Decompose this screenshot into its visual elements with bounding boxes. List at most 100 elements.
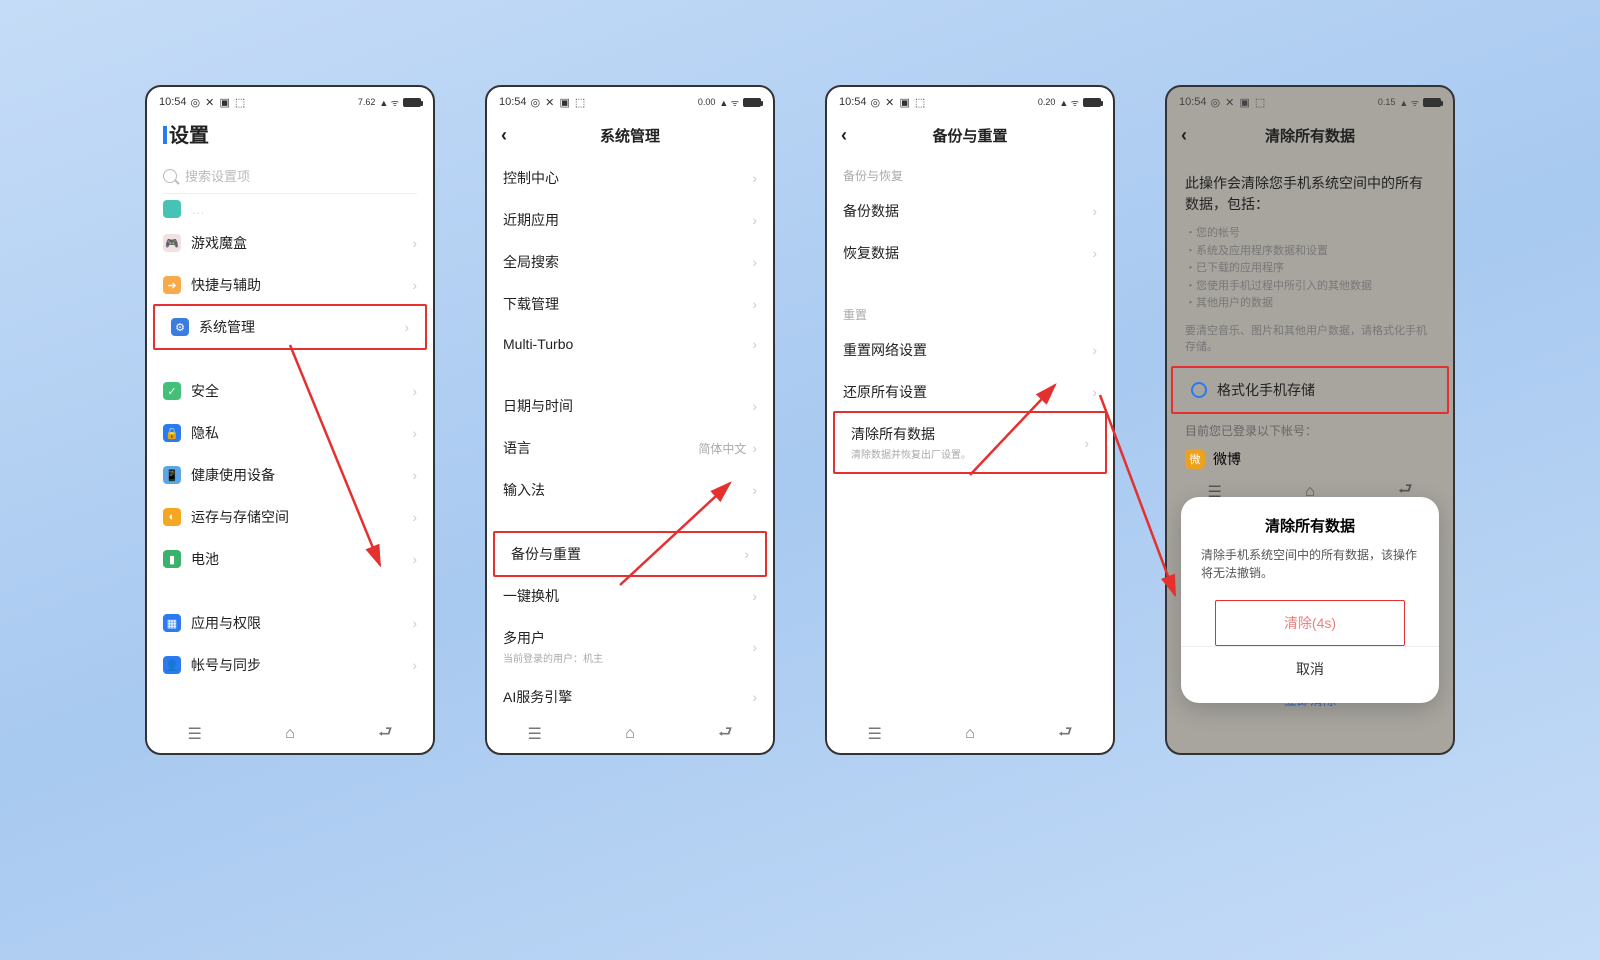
settings-item[interactable]: 🎮游戏魔盒›	[147, 222, 433, 264]
system-item[interactable]: 输入法 ›	[487, 469, 773, 511]
system-item[interactable]: 控制中心›	[487, 157, 773, 199]
nav-bar: ☰ ⌂ ⮐	[147, 715, 433, 753]
warning-bullets: ・您的帐号・系统及应用程序数据和设置・已下载的应用程序・您使用手机过程中所引入的…	[1167, 225, 1453, 323]
reset-item[interactable]: 重置网络设置›	[827, 329, 1113, 371]
chevron-right-icon: ›	[1092, 203, 1097, 219]
format-storage-row[interactable]: 格式化手机存储	[1173, 368, 1447, 412]
chevron-right-icon: ›	[412, 509, 417, 525]
item-icon: 👤	[163, 656, 181, 674]
chevron-right-icon: ›	[752, 254, 757, 270]
section-label: 备份与恢复	[827, 157, 1113, 190]
nav-menu-icon[interactable]: ☰	[524, 723, 546, 745]
loggedin-text: 目前您已登录以下帐号：	[1167, 414, 1453, 445]
chevron-right-icon: ›	[752, 482, 757, 498]
item-icon: 📱	[163, 466, 181, 484]
nav-menu-icon[interactable]: ☰	[184, 723, 206, 745]
settings-item[interactable]: ▮电池›	[147, 538, 433, 580]
item-label: 游戏魔盒	[191, 233, 247, 253]
confirm-dialog: 清除所有数据 清除手机系统空间中的所有数据，该操作将无法撤销。 清除(4s) 取…	[1181, 497, 1439, 703]
phone-3-backup: 10:54◎ ✕ ▣ ⬚ 0.20▲ ᯤ ‹ 备份与重置 备份与恢复备份数据›恢…	[825, 85, 1115, 755]
radio-icon	[1191, 382, 1207, 398]
item-label: 下载管理	[503, 294, 559, 314]
item-icon: ➜	[163, 276, 181, 294]
nav-bar: ☰ ⌂ ⮐	[827, 715, 1113, 753]
system-item[interactable]: 全局搜索›	[487, 241, 773, 283]
settings-item[interactable]: ➜快捷与辅助›	[147, 264, 433, 306]
nav-back-icon[interactable]: ⮐	[374, 723, 396, 745]
item-label: 日期与时间	[503, 396, 573, 416]
nav-home-icon[interactable]: ⌂	[959, 723, 981, 745]
item-label: 语言	[503, 438, 531, 458]
status-speed: 7.62	[358, 97, 376, 107]
dialog-cancel-button[interactable]: 取消	[1201, 647, 1419, 691]
battery-icon	[403, 98, 421, 107]
nav-home-icon[interactable]: ⌂	[279, 723, 301, 745]
settings-item[interactable]: ▦应用与权限›	[147, 602, 433, 644]
settings-item[interactable]: 👤 帐号与同步 ›	[147, 644, 433, 686]
battery-icon	[1083, 98, 1101, 107]
system-item[interactable]: 下载管理›	[487, 283, 773, 325]
backup-item[interactable]: 恢复数据›	[827, 232, 1113, 274]
system-item[interactable]: AI服务引擎›	[487, 676, 773, 715]
nav-back-icon[interactable]: ⮐	[1054, 723, 1076, 745]
item-label: Multi-Turbo	[503, 336, 573, 352]
item-icon: ◐	[163, 508, 181, 526]
settings-item[interactable]: ⚙系统管理›	[155, 306, 425, 348]
item-label: 输入法	[503, 480, 545, 500]
system-item[interactable]: Multi-Turbo›	[487, 325, 773, 363]
backup-item[interactable]: 备份数据›	[827, 190, 1113, 232]
chevron-right-icon: ›	[744, 546, 749, 562]
weibo-icon: 微	[1185, 449, 1205, 469]
item-icon: ✓	[163, 382, 181, 400]
header: ‹ 系统管理	[487, 113, 773, 157]
format-note: 要清空音乐、图片和其他用户数据，请格式化手机存储。	[1167, 323, 1453, 366]
chevron-right-icon: ›	[752, 212, 757, 228]
item-label: 清除所有数据	[851, 424, 971, 444]
system-item[interactable]: 备份与重置›	[495, 533, 765, 575]
nav-back-icon[interactable]: ⮐	[714, 723, 736, 745]
system-item[interactable]: 一键换机›	[487, 575, 773, 617]
chevron-right-icon: ›	[1092, 245, 1097, 261]
item-label: 近期应用	[503, 210, 559, 230]
settings-item[interactable]: ◐ 运存与存储空间 ›	[147, 496, 433, 538]
chevron-right-icon: ›	[412, 383, 417, 399]
chevron-right-icon: ›	[752, 170, 757, 186]
search-icon	[163, 169, 177, 183]
page-title: 清除所有数据	[1167, 125, 1453, 146]
page-title: 系统管理	[487, 125, 773, 146]
dialog-confirm-button[interactable]: 清除(4s)	[1216, 601, 1404, 645]
status-time: 10:54	[159, 96, 187, 108]
status-bar: 10:54◎ ✕ ▣ ⬚ 0.00▲ ᯤ	[487, 91, 773, 113]
reset-item[interactable]: 清除所有数据清除数据并恢复出厂设置。›	[835, 413, 1105, 472]
system-item[interactable]: 日期与时间›	[487, 385, 773, 427]
item-label: 运存与存储空间	[191, 507, 289, 527]
item-sublabel: 当前登录的用户：机主	[503, 650, 603, 665]
battery-icon	[1423, 98, 1441, 107]
nav-home-icon[interactable]: ⌂	[619, 723, 641, 745]
status-bar: 10:54◎ ✕ ▣ ⬚ 7.62▲ ᯤ	[147, 91, 433, 113]
item-label: 帐号与同步	[191, 655, 261, 675]
back-button[interactable]: ‹	[841, 125, 847, 146]
phone-2-system: 10:54◎ ✕ ▣ ⬚ 0.00▲ ᯤ ‹ 系统管理 控制中心›近期应用›全局…	[485, 85, 775, 755]
system-item[interactable]: 近期应用 ›	[487, 199, 773, 241]
item-label: 一键换机	[503, 586, 559, 606]
reset-item[interactable]: 还原所有设置›	[827, 371, 1113, 413]
item-label: 隐私	[191, 423, 219, 443]
chevron-right-icon: ›	[412, 657, 417, 673]
nav-menu-icon[interactable]: ☰	[864, 723, 886, 745]
settings-item[interactable]: 🔒隐私›	[147, 412, 433, 454]
settings-item[interactable]: 📱健康使用设备›	[147, 454, 433, 496]
chevron-right-icon: ›	[412, 425, 417, 441]
chevron-right-icon: ›	[412, 235, 417, 251]
battery-icon	[743, 98, 761, 107]
settings-item[interactable]: ✓安全›	[147, 370, 433, 412]
status-icons: ◎ ✕ ▣ ⬚	[191, 96, 247, 109]
system-item[interactable]: 语言简体中文›	[487, 427, 773, 469]
item-icon: ▮	[163, 550, 181, 568]
system-item[interactable]: 多用户当前登录的用户：机主›	[487, 617, 773, 676]
warning-text: 此操作会清除您手机系统空间中的所有数据，包括：	[1167, 157, 1453, 225]
back-button[interactable]: ‹	[1181, 125, 1187, 146]
phone-1-settings: 10:54◎ ✕ ▣ ⬚ 7.62▲ ᯤ 设置 搜索设置项 …🎮游戏魔盒›➜快捷…	[145, 85, 435, 755]
search-input[interactable]: 搜索设置项	[163, 160, 417, 194]
back-button[interactable]: ‹	[501, 125, 507, 146]
